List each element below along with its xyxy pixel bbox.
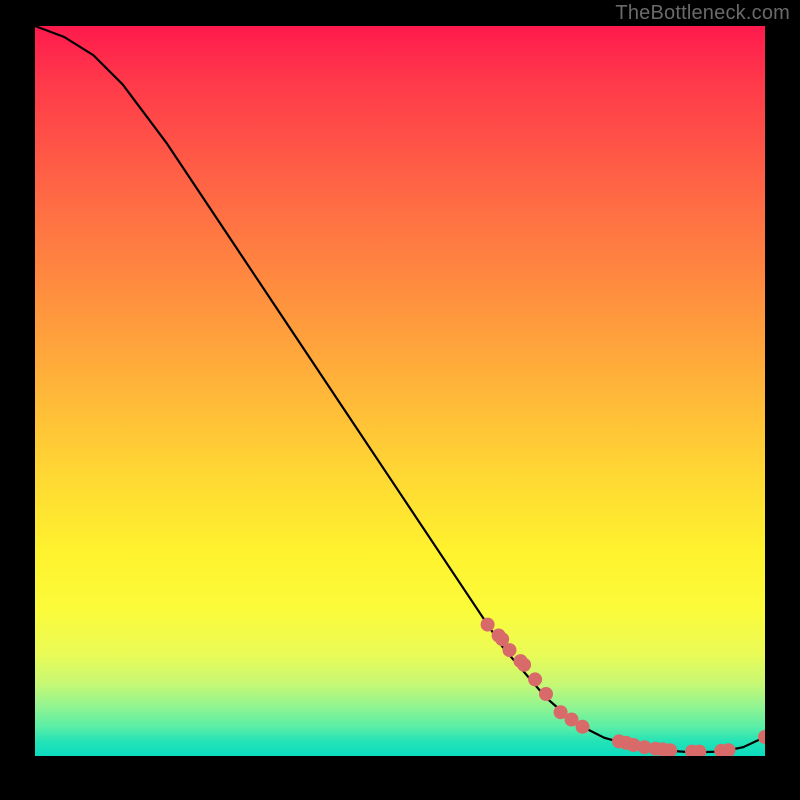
bottleneck-marker xyxy=(528,672,542,686)
bottleneck-marker xyxy=(503,643,517,657)
marker-group xyxy=(481,618,765,756)
bottleneck-marker xyxy=(539,687,553,701)
chart-frame: TheBottleneck.com xyxy=(0,0,800,800)
bottleneck-marker xyxy=(517,658,531,672)
chart-overlay xyxy=(35,26,765,756)
bottleneck-marker xyxy=(758,730,765,744)
bottleneck-curve xyxy=(35,26,765,752)
bottleneck-marker xyxy=(481,618,495,632)
watermark-text: TheBottleneck.com xyxy=(615,2,790,25)
bottleneck-marker xyxy=(576,720,590,734)
